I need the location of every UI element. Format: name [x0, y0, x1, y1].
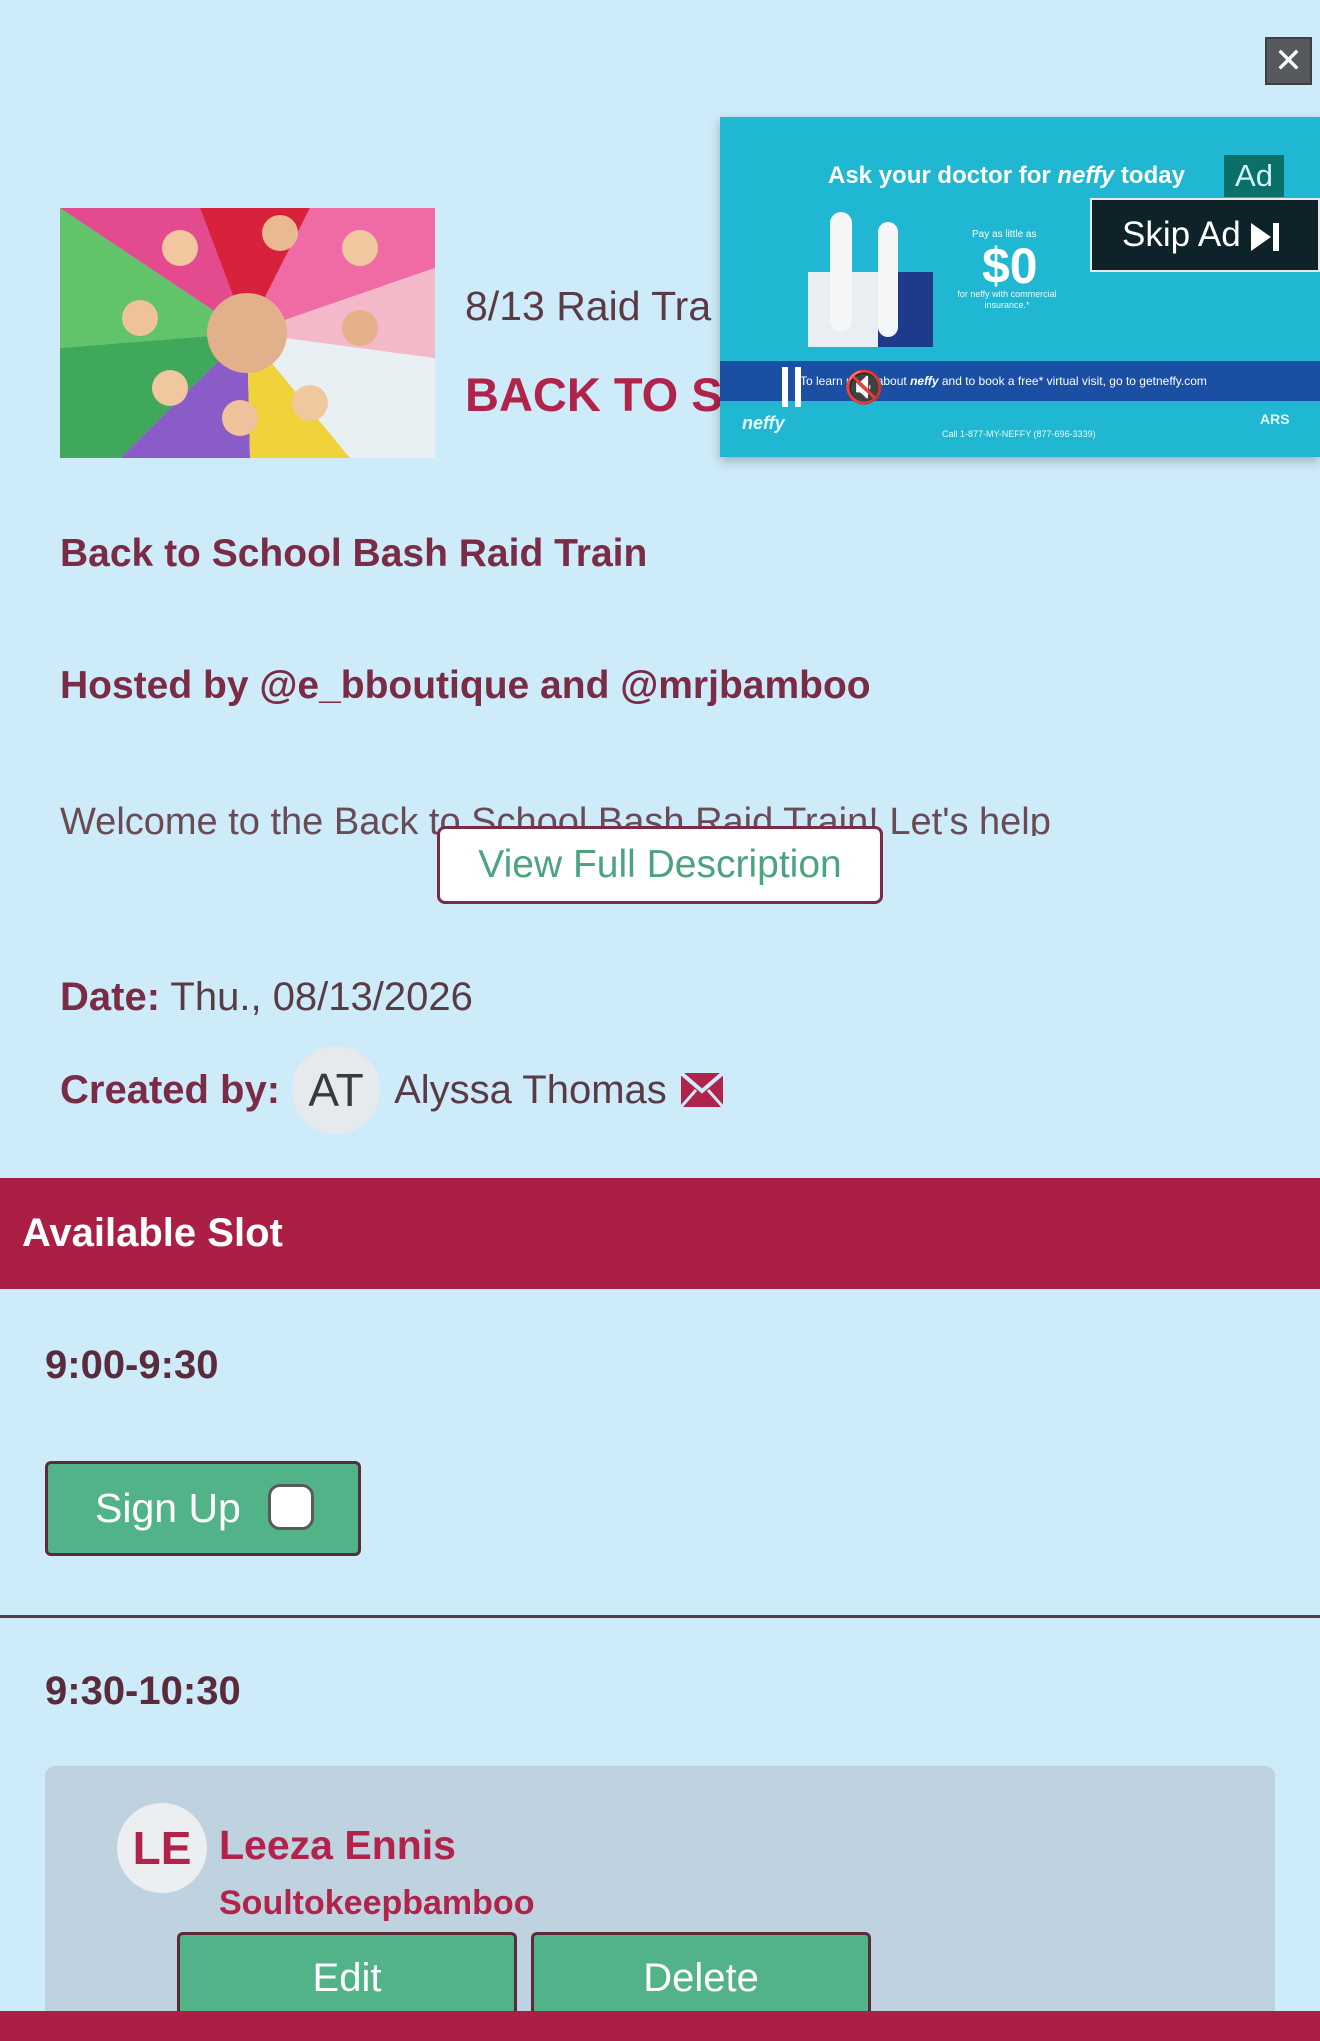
signee-name: Leeza Ennis [219, 1822, 456, 1868]
edit-button[interactable]: Edit [177, 1932, 517, 2022]
pause-icon[interactable] [782, 367, 804, 407]
sign-up-label: Sign Up [95, 1485, 241, 1531]
creator-avatar: AT [292, 1046, 381, 1134]
signee-card: LE Leeza Ennis Soultokeepbamboo Edit Del… [45, 1766, 1275, 2041]
signee-username: Soultokeepbamboo [219, 1884, 535, 1922]
mute-icon[interactable]: 🔇 [844, 367, 884, 407]
sign-up-button[interactable]: Sign Up [45, 1461, 361, 1556]
ad-price-sub: for neffy with commercial insurance.* [957, 289, 1057, 310]
event-title: BACK TO S [465, 368, 723, 421]
ad-price: $0 [982, 238, 1038, 294]
bottom-bar [0, 2011, 1320, 2041]
creator-name[interactable]: Alyssa Thomas [394, 1068, 667, 1113]
skip-ad-button[interactable]: Skip Ad [1090, 198, 1320, 272]
video-ad[interactable]: Ask your doctor for neffy today Ad Pay a… [720, 117, 1320, 457]
sign-up-checkbox[interactable] [268, 1484, 314, 1530]
delete-button[interactable]: Delete [531, 1932, 871, 2022]
available-slot-header: Available Slot [0, 1178, 1320, 1289]
ad-ars-logo: ARS [1260, 411, 1290, 427]
envelope-icon[interactable] [680, 1073, 723, 1107]
ad-headline: Ask your doctor for neffy today [828, 162, 1185, 189]
created-by-label: Created by: [60, 1067, 281, 1112]
event-image [60, 208, 435, 458]
event-name: Back to School Bash Raid Train [60, 532, 648, 575]
ad-call: Call 1-877-MY-NEFFY (877-696-3339) [942, 429, 1096, 439]
signee-avatar: LE [117, 1803, 207, 1893]
date-label: Date: [60, 975, 161, 1019]
slot-time: 9:00-9:30 [45, 1343, 219, 1387]
date-value: Thu., 08/13/2026 [170, 975, 473, 1019]
group-hands-photo-icon [60, 208, 435, 458]
event-subtitle: 8/13 Raid Tra [465, 283, 712, 329]
skip-icon [1250, 222, 1279, 251]
event-host: Hosted by @e_bboutique and @mrjbamboo [60, 664, 871, 707]
slot-divider [0, 1615, 1320, 1618]
ad-badge: Ad [1224, 155, 1284, 197]
date-row: Date: Thu., 08/13/2026 [60, 975, 473, 1020]
view-full-description-button[interactable]: View Full Description [437, 826, 883, 904]
created-by-row: Created by: AT Alyssa Thomas [60, 1046, 723, 1134]
slot-time: 9:30-10:30 [45, 1669, 241, 1713]
close-icon[interactable]: ✕ [1265, 37, 1312, 85]
product-icon [808, 212, 933, 347]
ad-logo: neffy [742, 413, 785, 433]
ad-info-strip: To learn more about neffy and to book a … [720, 361, 1320, 401]
